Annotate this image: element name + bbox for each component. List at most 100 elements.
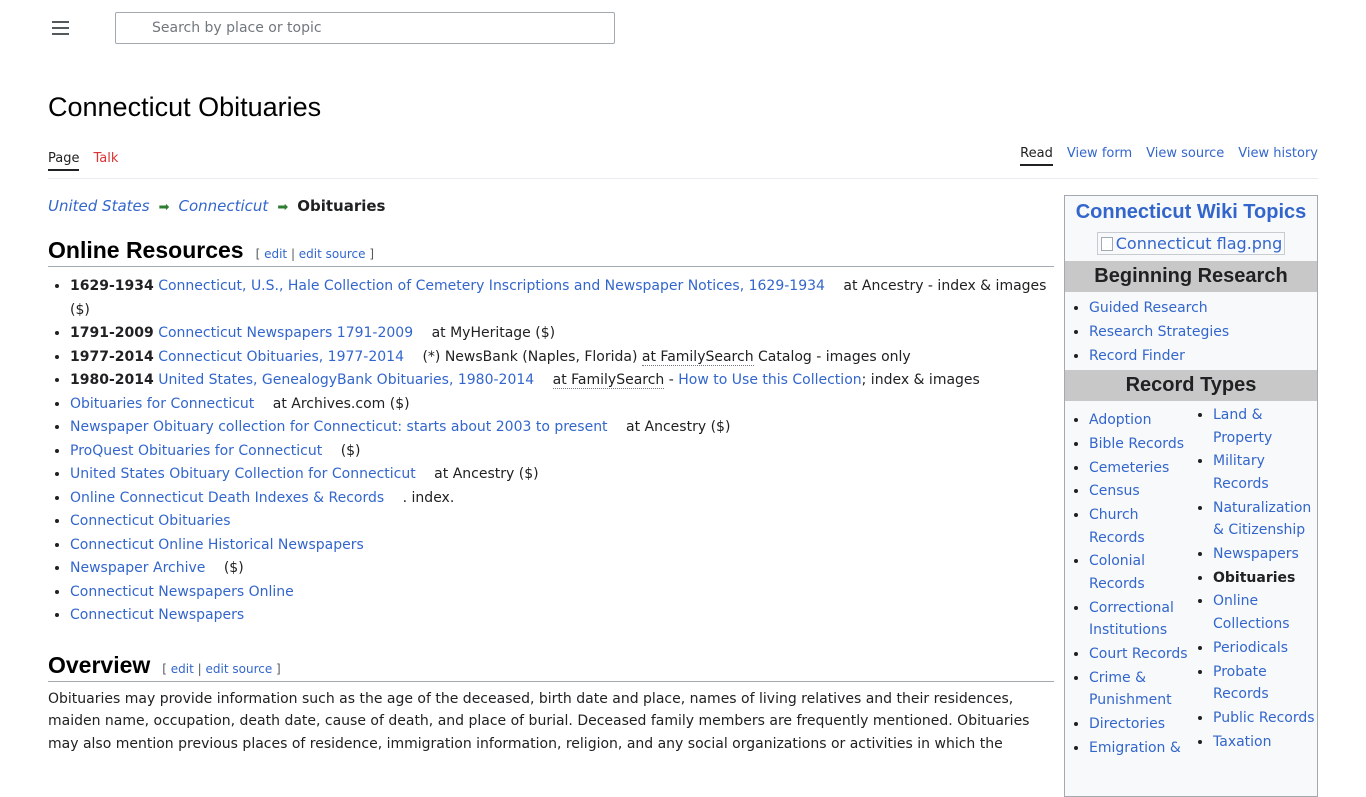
tab-view-source[interactable]: View source [1146, 146, 1224, 161]
page-title: Connecticut Obituaries [48, 92, 322, 122]
record-type-link[interactable]: Online Collections [1213, 593, 1290, 632]
list-item: Land & Property [1213, 404, 1315, 449]
resource-link[interactable]: Newspaper Obituary collection for Connec… [70, 419, 622, 435]
list-item: Newspaper Archive ($) [70, 557, 1054, 581]
arrow-icon: ➡ [158, 200, 170, 215]
record-type-link[interactable]: Military Records [1213, 453, 1269, 492]
sidebar-link[interactable]: Guided Research [1089, 300, 1208, 316]
sidebar-link[interactable]: Research Strategies [1089, 324, 1229, 340]
sidebar-title: Connecticut Wiki Topics [1065, 196, 1317, 228]
list-item: Probate Records [1213, 661, 1315, 706]
familysearch-catalog-link[interactable]: at FamilySearch [641, 348, 754, 366]
edit-link[interactable]: edit [171, 662, 194, 676]
record-type-link[interactable]: Census [1089, 483, 1140, 499]
list-item: Military Records [1213, 450, 1315, 495]
tab-view-history[interactable]: View history [1238, 146, 1318, 161]
main-content: United States ➡ Connecticut ➡ Obituaries Onl… [48, 192, 1054, 755]
beginning-research-heading: Beginning Research [1065, 261, 1317, 292]
list-item: Cemeteries [1089, 457, 1189, 480]
familysearch-link[interactable]: at FamilySearch [552, 372, 665, 389]
list-item: Newspaper Obituary collection for Connec… [70, 416, 1054, 440]
resource-link[interactable]: Connecticut Obituaries, 1977-2014 [158, 349, 418, 365]
list-item: Online Collections [1213, 590, 1315, 635]
topics-sidebar: Connecticut Wiki Topics Connecticut flag… [1064, 195, 1318, 797]
tab-page[interactable]: Page [48, 151, 80, 171]
record-type-link[interactable]: Newspapers [1213, 546, 1299, 562]
list-item: Public Records [1213, 707, 1315, 730]
resource-link[interactable]: Connecticut Newspapers Online [70, 584, 294, 600]
record-types-list-1: Adoption Bible Records Cemeteries Census… [1065, 403, 1189, 759]
list-item: ProQuest Obituaries for Connecticut ($) [70, 440, 1054, 464]
resource-link[interactable]: United States, GenealogyBank Obituaries,… [158, 372, 548, 388]
breadcrumb-current: Obituaries [297, 197, 386, 215]
arrow-icon: ➡ [277, 200, 289, 215]
edit-source-link[interactable]: edit source [299, 247, 366, 261]
list-item: Census [1089, 480, 1189, 503]
tab-read[interactable]: Read [1020, 146, 1053, 166]
flag-image: Connecticut flag.png [1065, 228, 1317, 261]
menu-icon[interactable] [52, 21, 69, 35]
resource-link[interactable]: ProQuest Obituaries for Connecticut [70, 443, 336, 459]
resource-link[interactable]: Online Connecticut Death Indexes & Recor… [70, 490, 398, 506]
breadcrumb-connecticut[interactable]: Connecticut [178, 197, 268, 215]
record-type-link[interactable]: Directories [1089, 716, 1165, 732]
record-type-link[interactable]: Court Records [1089, 646, 1188, 662]
how-to-use-link[interactable]: How to Use this Collection [678, 372, 861, 388]
list-item: 1629-1934 Connecticut, U.S., Hale Collec… [70, 275, 1054, 322]
resource-link[interactable]: Connecticut Obituaries [70, 513, 231, 529]
record-type-link[interactable]: Naturalization & Citizenship [1213, 500, 1311, 539]
list-item: Newspapers [1213, 543, 1315, 566]
list-item: Crime & Punishment [1089, 667, 1189, 712]
list-item: 1980-2014 United States, GenealogyBank O… [70, 369, 1054, 393]
section-heading-overview: Overview[ edit | edit source ] [48, 652, 1054, 682]
record-type-link[interactable]: Land & Property [1213, 407, 1272, 446]
list-item: Taxation [1213, 731, 1315, 754]
record-type-link[interactable]: Crime & Punishment [1089, 670, 1172, 709]
list-item: Connecticut Obituaries [70, 510, 1054, 534]
record-type-link[interactable]: Periodicals [1213, 640, 1288, 656]
list-item: Research Strategies [1089, 320, 1317, 344]
list-item: 1791-2009 Connecticut Newspapers 1791-20… [70, 322, 1054, 346]
list-item: United States Obituary Collection for Co… [70, 463, 1054, 487]
list-item: Naturalization & Citizenship [1213, 497, 1315, 542]
breadcrumb-united-states[interactable]: United States [48, 197, 150, 215]
record-type-link[interactable]: Cemeteries [1089, 460, 1169, 476]
resource-link[interactable]: Connecticut Newspapers 1791-2009 [158, 325, 427, 341]
record-type-link[interactable]: Probate Records [1213, 664, 1269, 703]
list-item: Church Records [1089, 504, 1189, 549]
record-type-link[interactable]: Taxation [1213, 734, 1272, 750]
search-box [115, 12, 615, 44]
breadcrumb: United States ➡ Connecticut ➡ Obituaries [48, 197, 1054, 215]
record-type-link[interactable]: Correctional Institutions [1089, 600, 1174, 639]
resource-link[interactable]: Connecticut Online Historical Newspapers [70, 537, 364, 553]
list-item: Correctional Institutions [1089, 597, 1189, 642]
resource-link[interactable]: Obituaries for Connecticut [70, 396, 268, 412]
record-type-link[interactable]: Church Records [1089, 507, 1145, 546]
record-type-link[interactable]: Emigration & [1089, 740, 1181, 756]
sidebar-title-link[interactable]: Connecticut Wiki Topics [1076, 201, 1307, 223]
record-type-current: Obituaries [1213, 569, 1296, 586]
record-type-link[interactable]: Colonial Records [1089, 553, 1145, 592]
resource-list: 1629-1934 Connecticut, U.S., Hale Collec… [48, 275, 1054, 628]
list-item: Colonial Records [1089, 550, 1189, 595]
resource-link[interactable]: Connecticut, U.S., Hale Collection of Ce… [158, 278, 839, 294]
view-tabs: Read View form View source View history [1006, 146, 1318, 166]
edit-source-link[interactable]: edit source [206, 662, 273, 676]
list-item: Online Connecticut Death Indexes & Recor… [70, 487, 1054, 511]
list-item: Record Finder [1089, 344, 1317, 368]
resource-link[interactable]: Connecticut Newspapers [70, 607, 244, 623]
list-item: Obituaries for Connecticut at Archives.c… [70, 393, 1054, 417]
search-input[interactable] [116, 13, 592, 43]
record-type-link[interactable]: Adoption [1089, 412, 1152, 428]
sidebar-link[interactable]: Record Finder [1089, 348, 1185, 364]
resource-link[interactable]: United States Obituary Collection for Co… [70, 466, 430, 482]
broken-image-icon[interactable]: Connecticut flag.png [1096, 232, 1286, 255]
resource-link[interactable]: Newspaper Archive [70, 560, 219, 576]
list-item: 1977-2014 Connecticut Obituaries, 1977-2… [70, 346, 1054, 370]
tab-view-form[interactable]: View form [1067, 146, 1132, 161]
record-type-link[interactable]: Bible Records [1089, 436, 1184, 452]
edit-link[interactable]: edit [264, 247, 287, 261]
tab-talk[interactable]: Talk [93, 151, 118, 166]
list-item: Directories [1089, 713, 1189, 736]
record-type-link[interactable]: Public Records [1213, 710, 1315, 726]
